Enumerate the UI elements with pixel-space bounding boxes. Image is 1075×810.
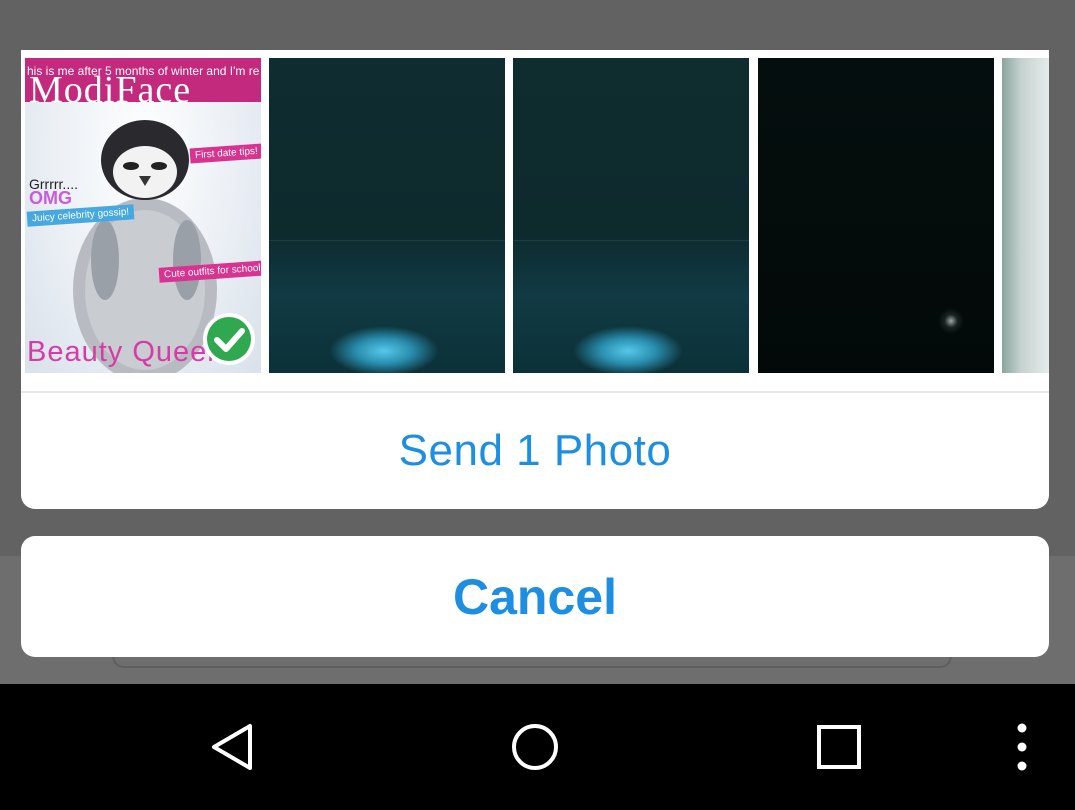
android-nav-bar xyxy=(0,684,1075,810)
selected-check-icon[interactable] xyxy=(201,311,257,367)
photo-detail xyxy=(513,240,749,241)
photo-detail xyxy=(938,308,964,334)
photo-thumbnail-1[interactable]: his is me after 5 months of winter and I… xyxy=(25,58,261,373)
magazine-title: ModiFace xyxy=(29,69,192,111)
photo-detail xyxy=(329,326,439,373)
magazine-bottom-text: Beauty Queen xyxy=(27,336,225,368)
photo-strip[interactable]: his is me after 5 months of winter and I… xyxy=(21,50,1049,390)
photo-thumbnail-2[interactable] xyxy=(269,58,505,373)
photo-thumbnail-3[interactable] xyxy=(513,58,749,373)
photo-thumbnail-5[interactable] xyxy=(1002,58,1049,373)
photo-picker-sheet: his is me after 5 months of winter and I… xyxy=(21,50,1049,509)
back-icon[interactable] xyxy=(208,722,258,772)
recents-icon[interactable] xyxy=(815,724,863,770)
photo-detail xyxy=(269,240,505,241)
photo-thumbnail-4[interactable] xyxy=(758,58,994,373)
send-photo-button[interactable]: Send 1 Photo xyxy=(21,393,1049,509)
overflow-menu-icon[interactable] xyxy=(1008,722,1036,772)
home-icon[interactable] xyxy=(510,722,560,772)
photo-detail xyxy=(573,326,683,373)
magazine-omg: OMG xyxy=(29,188,72,208)
cancel-button[interactable]: Cancel xyxy=(21,536,1049,657)
